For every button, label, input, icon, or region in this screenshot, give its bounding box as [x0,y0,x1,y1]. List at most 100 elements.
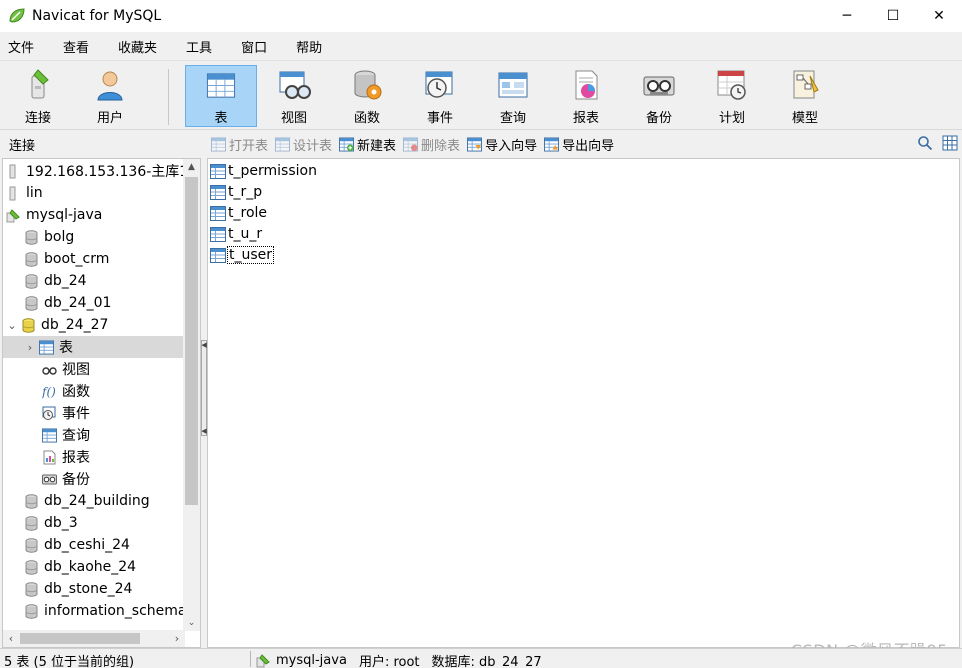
tree-item-queries[interactable]: 查询 [42,424,90,446]
delete-table-button[interactable]: 删除表 [403,135,460,154]
menu-help[interactable]: 帮助 [288,37,330,56]
user-label: 用户 [96,111,123,126]
scroll-right-icon[interactable]: › [169,630,185,647]
tree-database[interactable]: db_24_01 [24,292,111,314]
menu-window[interactable]: 窗口 [233,37,275,56]
view-icon [279,71,311,99]
schedule-label: 计划 [718,111,745,126]
menu-tools[interactable]: 工具 [178,37,220,56]
table-item[interactable]: t_r_p [210,182,262,202]
database-icon [24,604,39,619]
tree-horizontal-scrollbar[interactable]: ‹ › [3,630,185,647]
export-wizard-button[interactable]: 导出向导 [544,135,614,154]
report-button[interactable]: 报表 [550,65,622,127]
user-button[interactable]: 用户 [74,65,146,127]
tree-database[interactable]: db_24 [24,270,87,292]
tree-database[interactable]: db_3 [24,512,78,534]
user-icon [97,71,123,101]
close-button[interactable]: ✕ [916,0,962,32]
view-icon [42,366,57,375]
connect-button[interactable]: 连接 [2,65,74,127]
view-button[interactable]: 视图 [258,65,330,127]
connection-open-icon [6,208,21,223]
tree-item-views[interactable]: 视图 [42,358,90,380]
chevron-down-icon[interactable]: ⌄ [6,319,18,332]
main-toolbar: 连接 用户 表 视图 函数 事件 查询 报表 备份 计划 模型 [0,60,962,130]
tree-database[interactable]: bolg [24,226,74,248]
design-table-button[interactable]: 设计表 [275,135,332,154]
tree-item-tables[interactable]: › 表 [3,336,183,358]
tree-item-backups[interactable]: 备份 [42,468,90,490]
object-list[interactable]: t_permission t_r_p t_role t_u_r t_user [207,158,960,648]
backup-icon [42,474,57,484]
table-icon [210,206,226,221]
menu-file[interactable]: 文件 [0,37,42,56]
tree-vertical-scrollbar[interactable]: ▲ ⌄ [183,159,200,631]
backup-label: 备份 [645,111,672,126]
maximize-button[interactable]: ☐ [870,0,916,32]
plug-icon [31,69,49,99]
query-button[interactable]: 查询 [477,65,549,127]
scroll-up-icon[interactable]: ▲ [183,159,200,175]
tree-item-events[interactable]: 事件 [42,402,90,424]
import-wizard-button[interactable]: 导入向导 [467,135,537,154]
schedule-icon [717,70,746,100]
connection-pane-header: 连接 [9,138,36,154]
tree-database[interactable]: information_schema [24,600,187,622]
database-open-icon [21,318,36,333]
model-label: 模型 [791,111,818,126]
delete-table-icon [403,137,418,152]
tree-database[interactable]: db_kaohe_24 [24,556,136,578]
connection-tree[interactable]: 192.168.153.136-主库1 lin mysql-java bolg … [2,158,201,648]
tree-connection[interactable]: 192.168.153.136-主库1 [6,160,188,182]
table-icon [206,73,236,98]
title-bar: Navicat for MySQL ─ ☐ ✕ [0,0,962,32]
menu-bar: 文件 查看 收藏夹 工具 窗口 帮助 [0,32,962,60]
menu-favorites[interactable]: 收藏夹 [110,37,165,56]
table-icon [210,164,226,179]
schedule-button[interactable]: 计划 [696,65,768,127]
event-label: 事件 [426,111,453,126]
new-table-button[interactable]: 新建表 [339,135,396,154]
table-icon [210,185,226,200]
model-button[interactable]: 模型 [769,65,841,127]
table-item[interactable]: t_user [210,245,275,265]
database-icon [24,538,39,553]
chevron-right-icon[interactable]: › [24,341,36,354]
search-icon[interactable] [917,135,933,151]
table-button[interactable]: 表 [185,65,257,127]
database-icon [24,516,39,531]
table-item[interactable]: t_permission [210,161,317,181]
tree-connection[interactable]: lin [6,182,43,204]
toolbar-separator [168,69,169,125]
view-label: 视图 [280,111,307,126]
table-icon [210,248,226,263]
minimize-button[interactable]: ─ [824,0,870,32]
grid-view-icon[interactable] [942,135,958,151]
tree-database-open[interactable]: ⌄ db_24_27 [6,314,108,336]
scroll-down-icon[interactable]: ⌄ [183,615,200,631]
database-icon [24,274,39,289]
tree-database[interactable]: db_24_building [24,490,150,512]
tree-connection[interactable]: mysql-java [6,204,102,226]
function-button[interactable]: 函数 [331,65,403,127]
scrollbar-thumb[interactable] [20,633,140,644]
status-connection: mysql-java [276,653,347,668]
event-button[interactable]: 事件 [404,65,476,127]
open-table-button[interactable]: 打开表 [211,135,268,154]
function-icon [354,70,382,100]
scrollbar-thumb[interactable] [185,177,198,505]
tree-database[interactable]: db_stone_24 [24,578,132,600]
scroll-left-icon[interactable]: ‹ [3,630,19,647]
tree-database[interactable]: boot_crm [24,248,109,270]
table-label: 表 [214,111,228,126]
table-item[interactable]: t_role [210,203,267,223]
tree-item-reports[interactable]: 报表 [42,446,90,468]
menu-view[interactable]: 查看 [55,37,97,56]
tree-item-functions[interactable]: f() 函数 [42,380,90,402]
table-item[interactable]: t_u_r [210,224,262,244]
tree-database[interactable]: db_ceshi_24 [24,534,130,556]
report-label: 报表 [572,111,599,126]
backup-button[interactable]: 备份 [623,65,695,127]
model-icon [793,70,819,99]
